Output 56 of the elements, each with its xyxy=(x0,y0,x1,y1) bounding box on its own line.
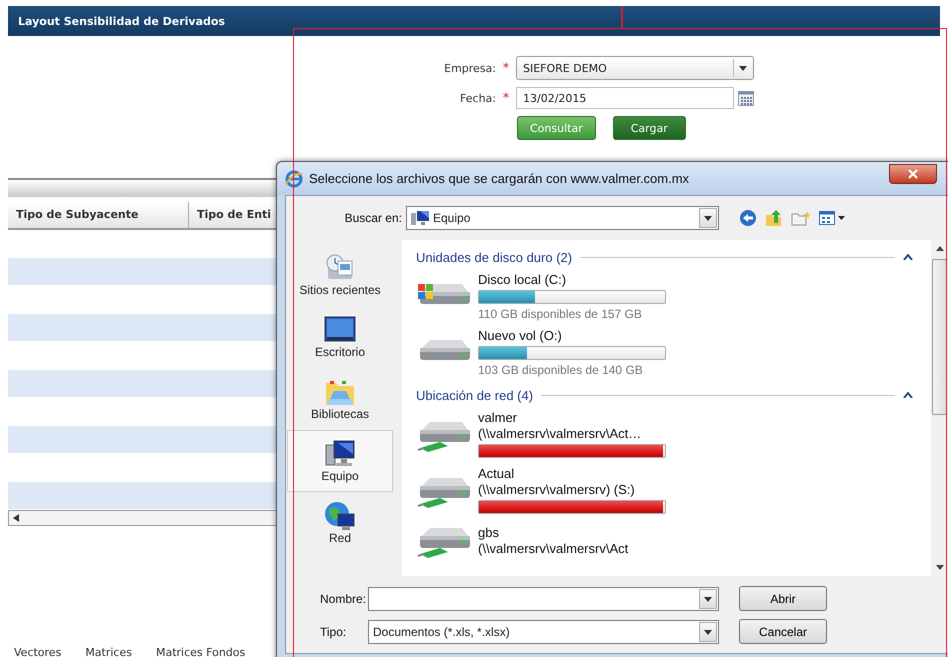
location-dropdown[interactable]: Equipo xyxy=(406,206,719,230)
drive-name[interactable]: Disco local (C:) xyxy=(478,272,666,288)
drive-path: (\\valmersrv\valmersrv) (S:) xyxy=(478,482,636,498)
field-label: Tipo: xyxy=(319,624,348,638)
calendar-icon xyxy=(738,90,754,106)
field-label: Fecha: xyxy=(459,92,496,104)
drive-name[interactable]: Actual xyxy=(478,466,666,482)
page-tab[interactable]: Matrices xyxy=(85,646,132,657)
field-label: Empresa: xyxy=(443,62,496,74)
open-button[interactable]: Abrir xyxy=(739,586,827,611)
required-mark: * xyxy=(502,90,510,106)
page-tab[interactable]: Matrices Fondos xyxy=(156,646,246,657)
place-item[interactable]: Sitios recientes xyxy=(287,244,393,306)
company-dropdown[interactable]: SIEFORE DEMO xyxy=(516,56,754,80)
close-icon xyxy=(908,168,918,178)
drive-detail: 103 GB disponibles de 140 GB xyxy=(478,362,644,378)
form-button[interactable]: Cargar xyxy=(612,116,686,140)
drive-path: (\\valmersrv\valmersrv\Act xyxy=(478,541,628,557)
collapse-icon[interactable] xyxy=(903,254,913,260)
required-mark: * xyxy=(502,60,510,76)
place-item[interactable]: Equipo xyxy=(287,430,393,492)
scrollbar-thumb[interactable] xyxy=(932,259,947,415)
close-button[interactable] xyxy=(889,164,937,184)
back-icon xyxy=(739,209,757,227)
page-title: Layout Sensibilidad de Derivados xyxy=(18,14,225,28)
cancel-button[interactable]: Cancelar xyxy=(739,619,827,644)
folder-up-icon xyxy=(765,209,783,227)
group-header[interactable]: Unidades de disco duro (2) xyxy=(416,250,572,264)
dialog-title: Seleccione los archivos que se cargarán con www.valmer.com.mx xyxy=(309,171,690,186)
drive-detail: 110 GB disponibles de 157 GB xyxy=(478,306,643,322)
column-header[interactable]: Tipo de Subyacente xyxy=(8,202,189,228)
browser-icon xyxy=(285,170,303,188)
drive-name[interactable]: Nuevo vol (O:) xyxy=(478,328,666,344)
place-item[interactable]: Red xyxy=(287,492,393,554)
place-item[interactable]: Bibliotecas xyxy=(287,368,393,430)
drive-path: (\\valmersrv\valmersrv\Act… xyxy=(478,426,642,442)
file-type-dropdown[interactable]: Documentos (*.xls, *.xlsx) xyxy=(368,620,719,644)
drive-name[interactable]: valmer xyxy=(478,410,666,426)
view-menu-icon xyxy=(819,210,847,226)
field-label: Buscar en: xyxy=(344,211,403,225)
drive-name[interactable]: gbs xyxy=(478,525,628,541)
scroll-down-icon xyxy=(936,565,944,570)
new-folder-icon xyxy=(791,210,811,226)
group-header[interactable]: Ubicación de red (4) xyxy=(416,388,534,402)
file-name-field[interactable] xyxy=(368,586,719,610)
date-field[interactable]: 13/02/2015 xyxy=(516,87,734,109)
field-label: Nombre: xyxy=(319,592,368,606)
computer-icon xyxy=(324,439,356,469)
collapse-icon[interactable] xyxy=(903,392,913,398)
globe-icon xyxy=(324,501,356,531)
place-item[interactable]: Escritorio xyxy=(287,306,393,368)
highlight-line xyxy=(621,6,623,28)
scroll-left-icon xyxy=(13,514,19,522)
page-tab[interactable]: Vectores xyxy=(14,646,62,657)
scroll-up-icon xyxy=(936,246,944,251)
computer-icon xyxy=(411,210,429,226)
